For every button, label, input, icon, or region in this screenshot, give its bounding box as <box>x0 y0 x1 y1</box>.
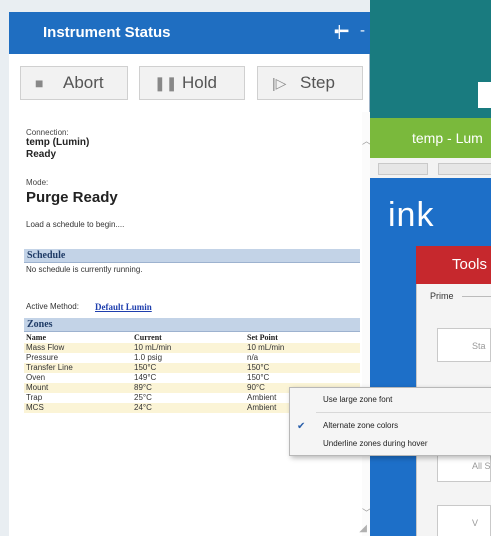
zone-current: 150°C <box>134 363 157 372</box>
zone-setpoint: 150°C <box>247 373 270 382</box>
zone-row[interactable]: Mass Flow 10 mL/min 10 mL/min <box>24 343 360 353</box>
scroll-down-icon[interactable]: ﹀ <box>362 506 370 519</box>
step-button[interactable]: |▷ Step <box>257 66 363 100</box>
pause-icon: ❚❚ <box>154 75 178 91</box>
zone-row[interactable]: Oven 149°C 150°C <box>24 373 360 383</box>
vertical-scrollbar[interactable]: ︿ ﹀ <box>362 112 370 536</box>
desktop: temp - Lum ink Tools Prime Sta All St V … <box>0 0 491 536</box>
pin-icon[interactable]: ▪|━ <box>334 22 348 40</box>
zone-name: Mount <box>26 383 49 392</box>
menu-item-label: Use large zone font <box>323 395 393 404</box>
zone-name: Oven <box>26 373 46 382</box>
minimize-button[interactable]: - <box>360 22 365 39</box>
status-content: Connection: temp (Lumin) Ready Mode: Pur… <box>9 112 370 536</box>
background-tab-chip[interactable] <box>378 163 428 175</box>
menu-item-label: Underline zones during hover <box>323 439 428 448</box>
connection-name: temp (Lumin) <box>26 137 90 148</box>
schedule-section-header: Schedule <box>24 249 360 263</box>
zone-setpoint: 90°C <box>247 383 265 392</box>
menu-separator <box>316 412 491 413</box>
zone-current: 25°C <box>134 393 152 402</box>
stop-icon: ■ <box>35 75 44 91</box>
background-prime-label: Prime <box>430 291 454 301</box>
zones-header-row: Name Current Set Point <box>24 333 360 343</box>
scroll-up-icon[interactable]: ︿ <box>362 134 370 147</box>
menu-item[interactable]: Underline zones during hover <box>290 434 491 454</box>
window-title: Instrument Status <box>43 24 171 41</box>
active-method-link[interactable]: Default Lumin <box>95 302 152 312</box>
zones-col-name: Name <box>26 333 46 342</box>
zones-section-header: Zones <box>24 318 360 332</box>
background-tools-header: Tools <box>416 246 491 284</box>
schedule-hint: Load a schedule to begin.... <box>26 220 125 229</box>
menu-item[interactable]: ✔ Alternate zone colors <box>290 416 491 436</box>
background-instrument-tile[interactable]: temp - Lum <box>370 118 491 158</box>
menu-item[interactable]: Use large zone font <box>290 390 491 410</box>
background-view-button[interactable]: V <box>437 505 491 536</box>
step-label: Step <box>300 73 335 92</box>
zone-name: Pressure <box>26 353 59 362</box>
abort-label: Abort <box>63 73 104 92</box>
background-tab-chip[interactable] <box>438 163 491 175</box>
zone-name: Transfer Line <box>26 363 73 372</box>
zones-col-current: Current <box>134 333 162 342</box>
zone-current: 24°C <box>134 403 152 412</box>
window-title-bar[interactable]: Instrument Status ▪|━ - <box>9 12 370 54</box>
zone-setpoint: Ambient <box>247 403 277 412</box>
zone-name: Mass Flow <box>26 343 65 352</box>
connection-label: Connection: <box>26 128 69 137</box>
zone-setpoint: 150°C <box>247 363 270 372</box>
step-icon: |▷ <box>272 75 287 91</box>
background-start-button[interactable]: Sta <box>437 328 491 362</box>
hold-button[interactable]: ❚❚ Hold <box>139 66 245 100</box>
zone-row[interactable]: Pressure 1.0 psig n/a <box>24 353 360 363</box>
abort-button[interactable]: ■ Abort <box>20 66 128 100</box>
zone-options-menu: Use large zone font ✔ Alternate zone color… <box>289 387 491 456</box>
zone-setpoint: 10 mL/min <box>247 343 285 352</box>
connection-state: Ready <box>26 149 57 160</box>
zone-name: Trap <box>26 393 43 402</box>
active-method-label: Active Method: <box>26 302 79 311</box>
zone-current: 10 mL/min <box>134 343 172 352</box>
background-prime-divider <box>462 296 491 297</box>
zone-setpoint: n/a <box>247 353 259 362</box>
zone-name: MCS <box>26 403 44 412</box>
mode-label: Mode: <box>26 178 49 187</box>
background-tile-label: temp - Lum <box>412 130 483 146</box>
mode-value: Purge Ready <box>26 189 118 206</box>
background-brand-text: ink <box>388 196 435 234</box>
menu-item-label: Alternate zone colors <box>323 421 399 430</box>
background-teal-panel <box>370 0 491 118</box>
zone-current: 149°C <box>134 373 157 382</box>
zone-current: 89°C <box>134 383 152 392</box>
resize-grip-icon[interactable]: ◢ <box>359 523 367 534</box>
instrument-status-window: Instrument Status ▪|━ - ■ Abort ❚❚ Hold … <box>9 12 370 536</box>
background-white-tab <box>478 82 491 108</box>
hold-label: Hold <box>182 73 217 92</box>
action-toolbar: ■ Abort ❚❚ Hold |▷ Step <box>9 54 370 112</box>
zone-setpoint: Ambient <box>247 393 277 402</box>
zone-current: 1.0 psig <box>134 353 163 362</box>
zone-row[interactable]: Transfer Line 150°C 150°C <box>24 363 360 373</box>
schedule-status-text: No schedule is currently running. <box>26 265 143 274</box>
zones-col-setpoint: Set Point <box>247 333 278 342</box>
